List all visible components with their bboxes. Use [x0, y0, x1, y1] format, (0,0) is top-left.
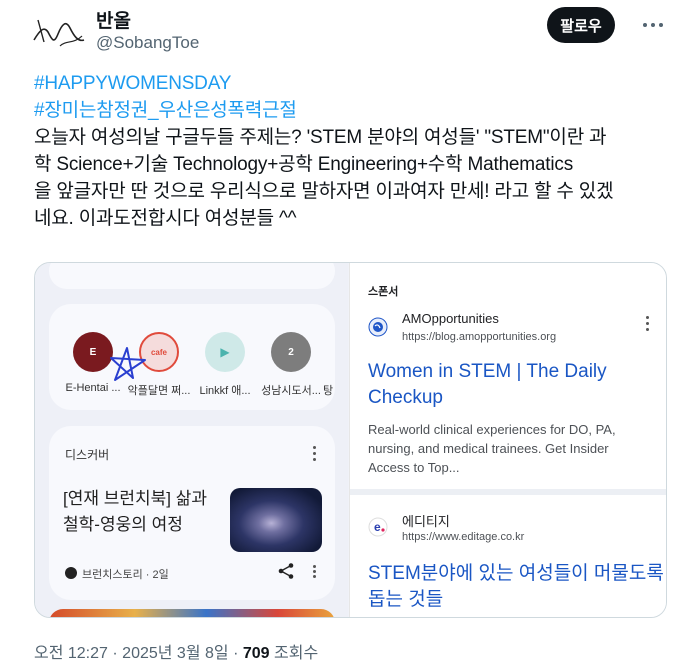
kebab-menu-icon[interactable]: [646, 316, 652, 334]
ad-title[interactable]: 돕는 것들: [368, 587, 443, 613]
author-name[interactable]: 반올: [96, 6, 131, 33]
discover-title: 디스커버: [65, 448, 110, 462]
ad-url[interactable]: https://www.editage.co.kr: [402, 531, 524, 543]
ad-description: Access to Top...: [368, 460, 460, 475]
tweet-text: #HAPPYWOMENSDAY #장미는참정권_우산은성폭력근절 오늘자 여성의…: [34, 70, 664, 232]
ad-title[interactable]: STEM분야에 있는 여성들이 머물도록: [368, 561, 664, 587]
kebab-menu-icon[interactable]: [313, 446, 319, 464]
globe-favicon-icon: [368, 317, 388, 337]
discover-card[interactable]: 디스커버 [연재 브런치북] 삶과 철학-영웅의 여정 브런치스토리 · 2일: [49, 426, 335, 600]
shortcut-icon: 2: [271, 332, 311, 372]
more-options-icon[interactable]: [636, 10, 670, 40]
tweet-media[interactable]: E E-Hentai ... cafe 악플달면 쩌... ▶ Linkkf 애…: [34, 262, 667, 618]
ad-advertiser: AMOpportunities: [402, 311, 499, 326]
tweet-line: 학 Science+기술 Technology+공학 Engineering+수…: [34, 154, 573, 175]
divider: [350, 489, 666, 495]
top-card: [49, 263, 335, 289]
avatar[interactable]: [30, 10, 86, 58]
tweet-line: 오늘자 여성의날 구글두들 주제는? 'STEM 분야의 여성들' "STEM"…: [34, 127, 607, 148]
ad-description: nursing, and medical trainees. Get Insid…: [368, 441, 609, 456]
hand-drawn-star-icon: [110, 347, 146, 381]
hashtag-link[interactable]: #HAPPYWOMENSDAY: [34, 70, 664, 97]
tweet-meta: 오전 12:27 · 2025년 3월 8일 · 709 조회수: [34, 645, 319, 662]
tweet-header: 반올 @SobangToe 팔로우: [0, 0, 686, 70]
ad-url[interactable]: https://blog.amopportunities.org: [402, 331, 556, 343]
discover-source: 브런치스토리 · 2일: [82, 569, 169, 581]
shortcut-item[interactable]: 탕: [321, 332, 335, 398]
view-count: 709: [242, 645, 270, 662]
ad-advertiser: 에디티지: [402, 514, 450, 529]
discover-thumbnail[interactable]: [230, 488, 322, 552]
view-label: 조회수: [274, 645, 319, 662]
shortcut-label: 탕: [322, 385, 334, 397]
signature-logo-icon: [33, 19, 85, 47]
source-icon: [65, 567, 77, 579]
follow-button[interactable]: 팔로우: [547, 7, 615, 43]
svg-text:e: e: [374, 520, 381, 534]
discover-headline[interactable]: [연재 브런치북] 삶과 철학-영웅의 여정: [63, 486, 225, 538]
shortcut-item[interactable]: ▶ Linkkf 애...: [189, 332, 261, 398]
tweet-line: 을 앞글자만 딴 것으로 우리식으로 말하자면 이과여자 만세! 라고 할 수 …: [34, 181, 614, 202]
shortcut-label: 악플달면 쩌...: [127, 385, 191, 397]
ad-description: Real-world clinical experiences for DO, …: [368, 422, 616, 437]
kebab-menu-icon[interactable]: [313, 565, 319, 580]
shortcut-label: 성남시도서...: [261, 385, 321, 397]
hashtag-link[interactable]: #장미는참정권_우산은성폭력근절: [34, 97, 664, 124]
search-ads-screenshot[interactable]: 스폰서 AMOpportunities https://blog.amoppor…: [349, 263, 666, 617]
shortcut-icon: ▶: [205, 332, 245, 372]
editage-favicon-icon: e: [368, 517, 388, 537]
author-handle[interactable]: @SobangToe: [96, 33, 199, 53]
tweet-date[interactable]: 2025년 3월 8일: [122, 645, 228, 662]
shortcut-item[interactable]: 2 성남시도서...: [255, 332, 327, 398]
tweet-time[interactable]: 오전 12:27: [34, 645, 108, 662]
share-icon[interactable]: [277, 562, 295, 580]
ad-title[interactable]: Women in STEM | The Daily: [368, 359, 607, 385]
ad-title[interactable]: Checkup: [368, 385, 443, 411]
next-card-peek: [49, 609, 335, 617]
shortcut-label: Linkkf 애...: [199, 385, 251, 397]
shortcut-icon: [321, 332, 335, 372]
sponsor-label: 스폰서: [368, 286, 399, 298]
phone-screenshot-left[interactable]: E E-Hentai ... cafe 악플달면 쩌... ▶ Linkkf 애…: [35, 263, 348, 617]
tweet-line: 네요. 이과도전합시다 여성분들 ^^: [34, 208, 297, 229]
shortcut-card: E E-Hentai ... cafe 악플달면 쩌... ▶ Linkkf 애…: [49, 304, 335, 410]
